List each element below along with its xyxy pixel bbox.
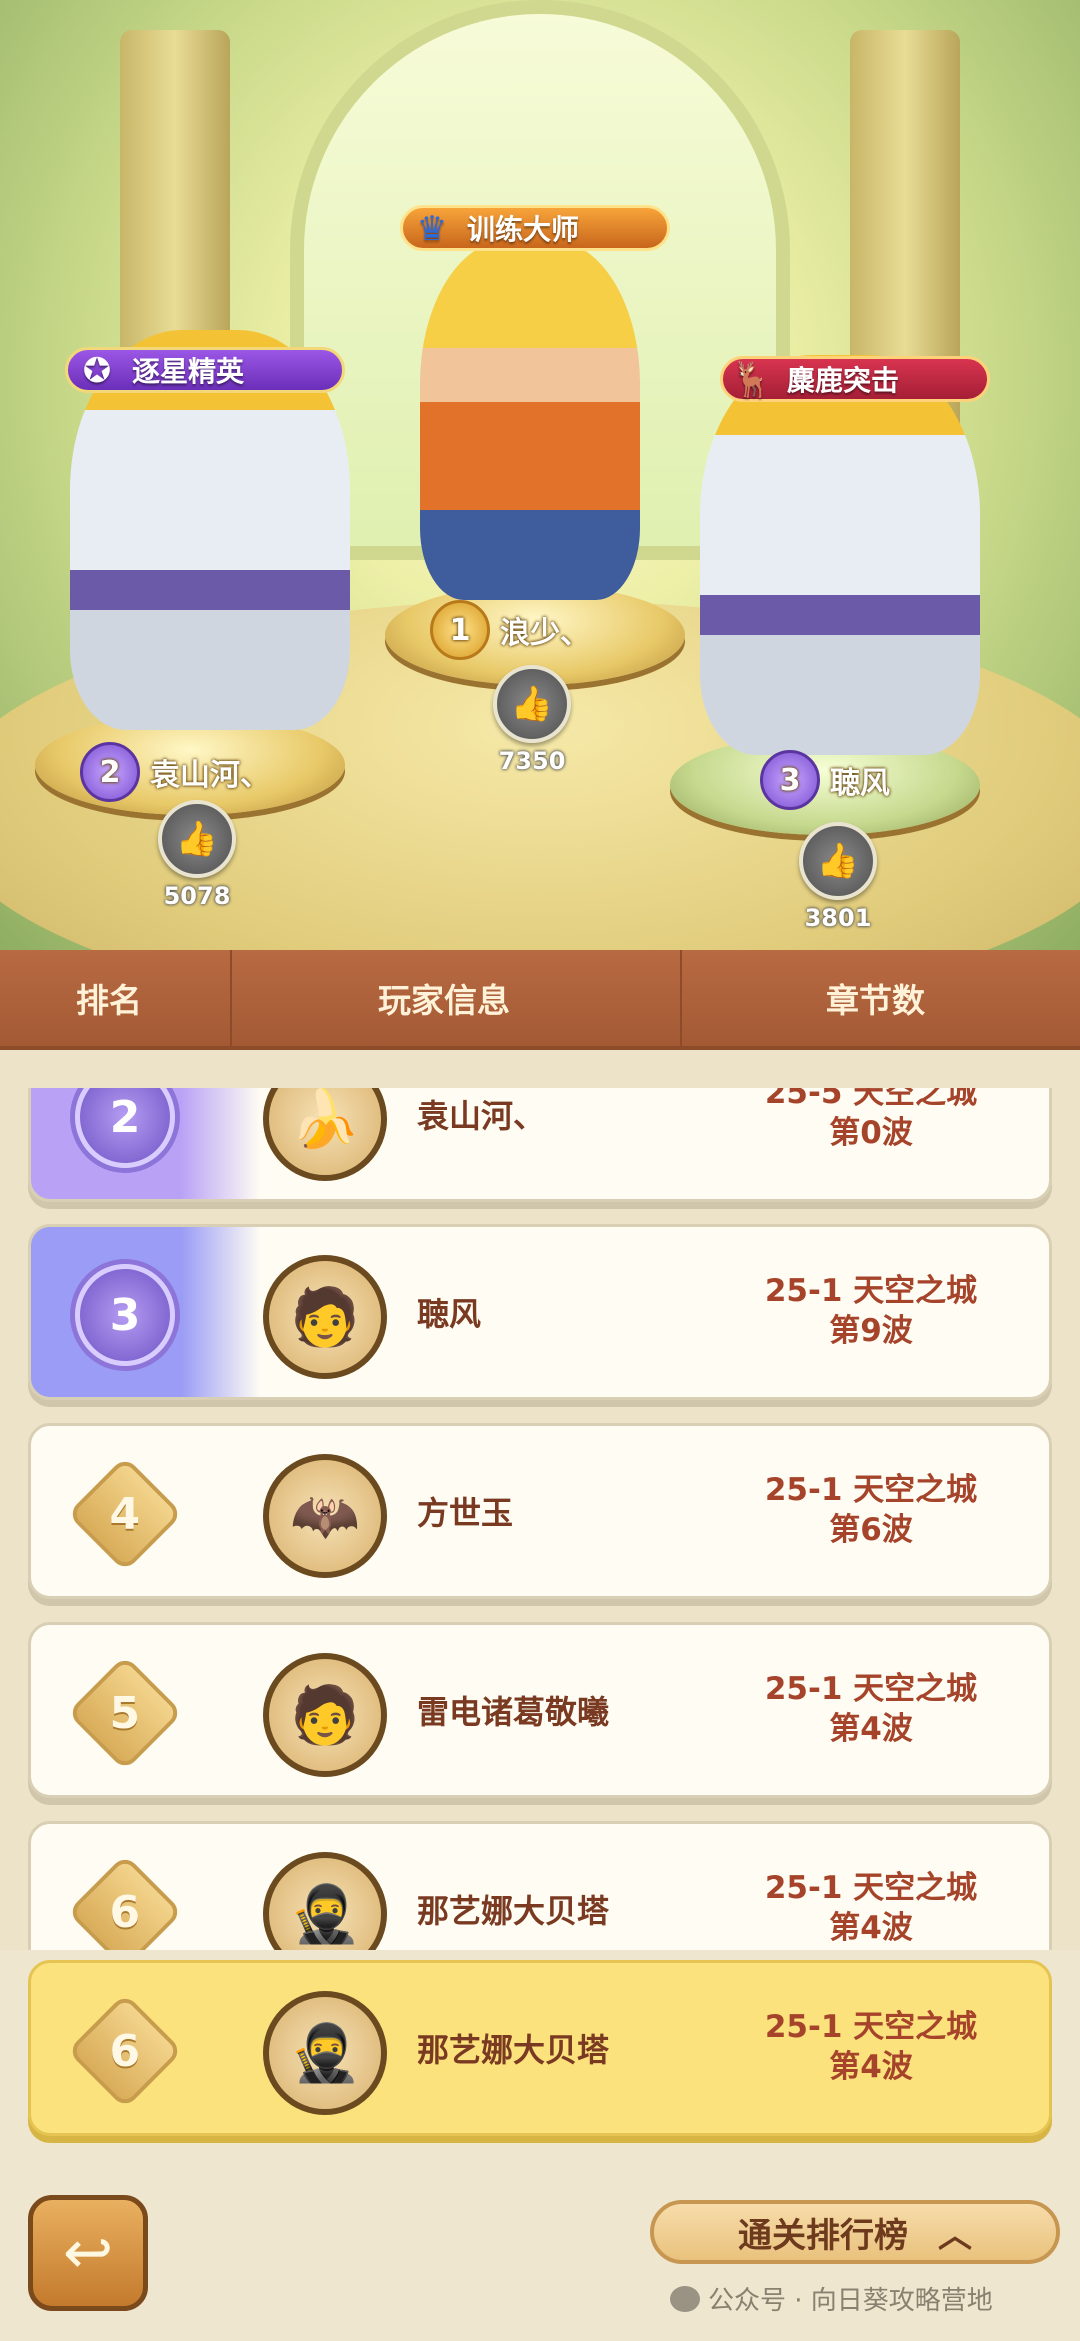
crown-emblem-icon: ♛ (416, 209, 448, 249)
wechat-icon (670, 2285, 700, 2312)
title-text: 训练大师 (467, 213, 580, 246)
chapter-text: 25-5 天空之城 (764, 1088, 978, 1111)
table-row[interactable]: 4 🦇 方世玉 25-1 天空之城 第6波 (28, 1423, 1052, 1599)
back-button[interactable]: ↩ (28, 2195, 148, 2311)
rank-medal: 1 (430, 600, 490, 660)
chapter-progress: 25-1 天空之城 第6波 (751, 1470, 991, 1550)
chapter-text: 25-1 天空之城 (764, 1472, 978, 1508)
player-name: 那艺娜大贝塔 (417, 2031, 610, 2069)
like-count: 7350 (498, 747, 566, 775)
title-text: 麋鹿突击 (787, 364, 900, 397)
chapter-progress: 25-5 天空之城 第0波 (751, 1088, 991, 1153)
title-badge-third: 🦌 麋鹿突击 (720, 356, 990, 402)
podium-stage: ♛ 训练大师 ✪ 逐星精英 🦌 麋鹿突击 1 浪少、 2 袁山河、 3 聴风 👍… (0, 0, 1080, 950)
wave-text: 第9波 (829, 1313, 913, 1349)
podium-third-label: 3 聴风 (760, 750, 890, 810)
avatar[interactable]: 🧑 (263, 1653, 387, 1777)
thumbs-up-icon[interactable]: 👍 (799, 822, 877, 900)
table-row[interactable]: 3 🧑 聴风 25-1 天空之城 第9波 (28, 1224, 1052, 1400)
rank-badge: 4 (67, 1456, 183, 1572)
rank-badge: 6 (67, 1993, 183, 2109)
header-rank: 排名 (76, 981, 142, 1020)
star-emblem-icon: ✪ (82, 351, 112, 391)
hero-first[interactable] (420, 240, 640, 600)
wave-text: 第6波 (829, 1512, 913, 1548)
wave-text: 第4波 (829, 1711, 913, 1747)
my-rank-row[interactable]: 6 🥷 那艺娜大贝塔 25-1 天空之城 第4波 (28, 1960, 1052, 2136)
podium-second-label: 2 袁山河、 (80, 742, 270, 802)
player-name: 那艺娜大贝塔 (417, 1892, 610, 1930)
header-divider (680, 950, 682, 1046)
like-count: 3801 (804, 904, 872, 932)
chapter-progress: 25-1 天空之城 第4波 (751, 2007, 991, 2087)
title-text: 逐星精英 (132, 355, 245, 388)
like-third[interactable]: 👍 3801 (793, 822, 883, 932)
hero-third[interactable] (700, 355, 980, 755)
chevron-up-icon: ︿ (938, 2215, 972, 2256)
wave-text: 第4波 (829, 2049, 913, 2085)
player-name: 袁山河、 (150, 758, 270, 793)
table-row[interactable]: 2 🍌 袁山河、 25-5 天空之城 第0波 (28, 1088, 1052, 1202)
thumbs-up-icon[interactable]: 👍 (158, 800, 236, 878)
rank-badge: 3 (75, 1264, 175, 1366)
rank-badge: 2 (75, 1088, 175, 1168)
back-arrow-icon: ↩ (62, 2218, 114, 2288)
leaderboard-label: 通关排行榜 (738, 2215, 908, 2256)
podium-first-label: 1 浪少、 (430, 600, 590, 660)
chapter-progress: 25-1 天空之城 第4波 (751, 1868, 991, 1948)
title-badge-second: ✪ 逐星精英 (65, 347, 345, 393)
header-player: 玩家信息 (378, 981, 510, 1020)
header-divider (230, 950, 232, 1046)
watermark: 公众号 · 向日葵攻略营地 (670, 2280, 993, 2317)
chapter-text: 25-1 天空之城 (764, 1870, 978, 1906)
player-name: 袁山河、 (417, 1097, 546, 1135)
avatar[interactable]: 🥷 (263, 1991, 387, 2115)
chapter-progress: 25-1 天空之城 第9波 (751, 1271, 991, 1351)
player-name: 聴风 (417, 1295, 482, 1333)
player-name: 雷电诸葛敬曦 (417, 1693, 610, 1731)
chapter-text: 25-1 天空之城 (764, 1273, 978, 1309)
like-second[interactable]: 👍 5078 (152, 800, 242, 910)
rank-medal: 3 (760, 750, 820, 810)
rank-badge: 6 (67, 1854, 183, 1950)
leaderboard-select-button[interactable]: 通关排行榜 ︿ (650, 2200, 1060, 2264)
player-name: 聴风 (830, 766, 890, 801)
avatar[interactable]: 🧑 (263, 1255, 387, 1379)
player-name: 方世玉 (417, 1494, 514, 1532)
leaderboard-header: 排名 玩家信息 章节数 (0, 950, 1080, 1052)
avatar[interactable]: 🥷 (263, 1852, 387, 1950)
chapter-text: 25-1 天空之城 (764, 2009, 978, 2045)
wave-text: 第0波 (829, 1115, 913, 1151)
chapter-text: 25-1 天空之城 (764, 1671, 978, 1707)
rank-medal: 2 (80, 742, 140, 802)
table-row[interactable]: 5 🧑 雷电诸葛敬曦 25-1 天空之城 第4波 (28, 1622, 1052, 1798)
title-badge-first: ♛ 训练大师 (400, 205, 670, 251)
table-row[interactable]: 6 🥷 那艺娜大贝塔 25-1 天空之城 第4波 (28, 1821, 1052, 1950)
reindeer-emblem-icon: 🦌 (730, 360, 774, 400)
like-count: 5078 (163, 882, 231, 910)
avatar[interactable]: 🦇 (263, 1454, 387, 1578)
player-name: 浪少、 (500, 616, 590, 651)
avatar[interactable]: 🍌 (263, 1088, 387, 1181)
like-first[interactable]: 👍 7350 (487, 665, 577, 775)
ranking-list[interactable]: 2 🍌 袁山河、 25-5 天空之城 第0波 3 🧑 聴风 25-1 天空之城 … (0, 1088, 1080, 1950)
watermark-text: 公众号 · 向日葵攻略营地 (708, 2286, 993, 2316)
header-chapter: 章节数 (826, 981, 925, 1020)
rank-badge: 5 (67, 1655, 183, 1771)
chapter-progress: 25-1 天空之城 第4波 (751, 1669, 991, 1749)
wave-text: 第4波 (829, 1910, 913, 1946)
thumbs-up-icon[interactable]: 👍 (493, 665, 571, 743)
